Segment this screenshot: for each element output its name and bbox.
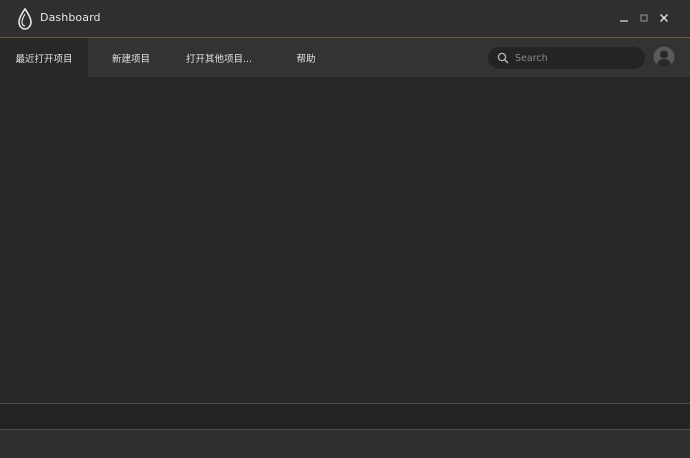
recent-projects-panel (0, 77, 690, 403)
tab-label: 最近打开项目 (15, 53, 73, 65)
close-icon (660, 14, 668, 22)
search-box[interactable] (488, 47, 645, 69)
top-nav: 最近打开项目 新建项目 打开其他项目... 帮助 (0, 38, 690, 77)
minimize-icon (620, 20, 628, 22)
tab-new-project[interactable]: 新建项目 (100, 38, 162, 77)
status-bar (0, 403, 690, 430)
drop-logo-icon (18, 8, 32, 30)
title-bar[interactable]: Dashboard (0, 0, 690, 38)
tab-recent-projects[interactable]: 最近打开项目 (0, 38, 88, 77)
tab-open-other-project[interactable]: 打开其他项目... (178, 38, 260, 77)
tab-label: 打开其他项目... (185, 53, 253, 65)
close-button[interactable] (656, 10, 672, 26)
footer-bar (0, 430, 690, 458)
search-input[interactable] (515, 49, 635, 67)
user-avatar-icon[interactable] (653, 46, 675, 68)
tab-help[interactable]: 帮助 (280, 38, 332, 77)
app-title: Dashboard (40, 11, 101, 24)
search-icon (497, 52, 509, 64)
tab-label: 帮助 (296, 53, 316, 65)
app-window: Dashboard 最近打开项目 新建项目 打开其他项目... 帮助 Searc… (0, 0, 690, 458)
minimize-button[interactable] (616, 10, 632, 26)
tab-label: 新建项目 (111, 53, 150, 65)
maximize-button[interactable] (636, 10, 652, 26)
maximize-icon (640, 14, 648, 22)
